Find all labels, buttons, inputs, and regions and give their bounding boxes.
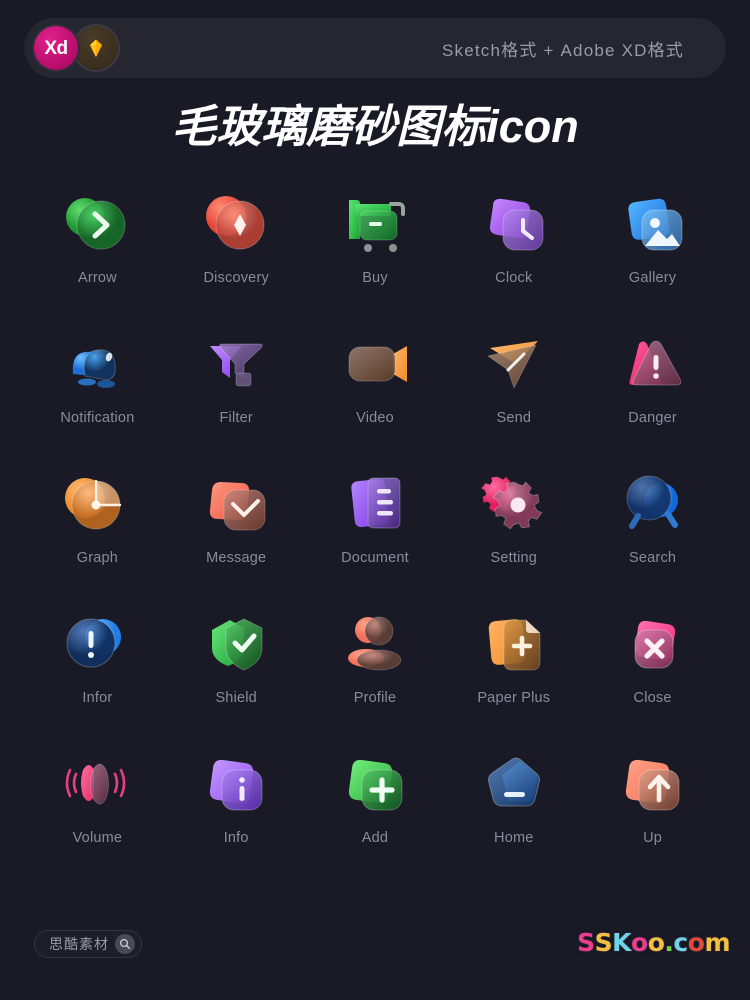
send-paper-plane-icon: [466, 322, 562, 404]
up-arrow-icon: [605, 742, 701, 824]
icon-label: Danger: [628, 410, 677, 426]
volume-speaker-icon: [49, 742, 145, 824]
brand-letter: o: [647, 928, 665, 957]
icon-label: Close: [633, 690, 672, 706]
setting-gear-icon: [466, 462, 562, 544]
icon-label: Home: [494, 830, 534, 846]
close-icon: [605, 602, 701, 684]
icon-cell-info[interactable]: Info: [167, 742, 306, 882]
icon-cell-infor[interactable]: Infor: [28, 602, 167, 742]
brand-logo: S S K o o . c o m: [577, 928, 730, 957]
search-magnifier-icon: [605, 462, 701, 544]
infor-alert-icon: [49, 602, 145, 684]
gallery-icon: [605, 182, 701, 264]
icon-label: Notification: [60, 410, 135, 426]
icon-label: Up: [643, 830, 663, 846]
adobe-xd-badge-icon: Xd: [34, 26, 78, 70]
format-badge-group: Xd: [30, 24, 134, 72]
search-icon: [115, 934, 135, 954]
arrow-icon: [49, 182, 145, 264]
icon-cell-notification[interactable]: Notification: [28, 322, 167, 462]
brand-letter: S: [577, 928, 595, 957]
icon-cell-add[interactable]: Add: [306, 742, 445, 882]
profile-user-icon: [327, 602, 423, 684]
icon-label: Add: [361, 830, 389, 846]
format-note: Sketch格式 + Adobe XD格式: [441, 40, 684, 60]
icon-cell-shield[interactable]: Shield: [167, 602, 306, 742]
home-icon: [466, 742, 562, 824]
icon-cell-send[interactable]: Send: [444, 322, 583, 462]
icon-cell-danger[interactable]: Danger: [583, 322, 722, 462]
brand-letter: m: [704, 928, 730, 957]
brand-letter: c: [673, 928, 688, 957]
icon-label: Message: [206, 550, 267, 566]
icon-label: Profile: [353, 690, 397, 706]
watermark-label: 思酷素材: [49, 936, 109, 952]
icon-label: Video: [356, 410, 394, 426]
header-bar: Xd Sketch格式 + Adobe XD格式: [24, 18, 726, 78]
icon-cell-clock[interactable]: Clock: [444, 182, 583, 322]
icon-cell-filter[interactable]: Filter: [167, 322, 306, 462]
video-camera-icon: [327, 322, 423, 404]
icon-label: Infor: [82, 690, 113, 706]
buy-cart-icon: [327, 182, 423, 264]
icon-cell-paper-plus[interactable]: Paper Plus: [444, 602, 583, 742]
icon-label: Buy: [362, 270, 388, 286]
icon-label: Info: [223, 830, 249, 846]
icon-label: Document: [341, 550, 409, 566]
icon-label: Arrow: [77, 270, 117, 286]
brand-letter: K: [612, 928, 632, 957]
icon-label: Send: [496, 410, 532, 426]
filter-funnel-icon: [188, 322, 284, 404]
icon-cell-document[interactable]: Document: [306, 462, 445, 602]
adobe-xd-label: Xd: [44, 37, 68, 59]
notification-bell-icon: [49, 322, 145, 404]
icon-label: Setting: [490, 550, 538, 566]
icon-cell-graph[interactable]: Graph: [28, 462, 167, 602]
icon-cell-arrow[interactable]: Arrow: [28, 182, 167, 322]
icon-label: Filter: [219, 410, 253, 426]
icon-cell-profile[interactable]: Profile: [306, 602, 445, 742]
icon-cell-up[interactable]: Up: [583, 742, 722, 882]
icon-label: Shield: [215, 690, 257, 706]
add-plus-icon: [327, 742, 423, 824]
document-icon: [327, 462, 423, 544]
icon-cell-discovery[interactable]: Discovery: [167, 182, 306, 322]
sketch-badge-icon: [74, 26, 118, 70]
danger-warning-icon: [605, 322, 701, 404]
icon-cell-search[interactable]: Search: [583, 462, 722, 602]
icon-label: Clock: [495, 270, 533, 286]
brand-letter: o: [687, 928, 705, 957]
icon-grid: Arrow Discovery Buy Clock Gallery Notifi…: [28, 182, 722, 882]
brand-letter: o: [631, 928, 648, 957]
clock-icon: [466, 182, 562, 264]
discovery-icon: [188, 182, 284, 264]
icon-cell-setting[interactable]: Setting: [444, 462, 583, 602]
icon-label: Search: [629, 550, 677, 566]
icon-label: Graph: [76, 550, 119, 566]
icon-label: Gallery: [628, 270, 677, 286]
icon-cell-gallery[interactable]: Gallery: [583, 182, 722, 322]
icon-cell-close[interactable]: Close: [583, 602, 722, 742]
icon-label: Discovery: [203, 270, 269, 286]
icon-cell-buy[interactable]: Buy: [306, 182, 445, 322]
page-title: 毛玻璃磨砂图标icon: [171, 101, 579, 152]
icon-cell-volume[interactable]: Volume: [28, 742, 167, 882]
icon-label: Paper Plus: [477, 690, 551, 706]
info-icon: [188, 742, 284, 824]
message-envelope-icon: [188, 462, 284, 544]
icon-cell-video[interactable]: Video: [306, 322, 445, 462]
shield-check-icon: [188, 602, 284, 684]
graph-pie-icon: [49, 462, 145, 544]
watermark-badge: 思酷素材: [34, 930, 142, 958]
paper-plus-icon: [466, 602, 562, 684]
brand-letter: S: [594, 928, 613, 957]
icon-cell-home[interactable]: Home: [444, 742, 583, 882]
icon-label: Volume: [72, 830, 123, 846]
icon-cell-message[interactable]: Message: [167, 462, 306, 602]
